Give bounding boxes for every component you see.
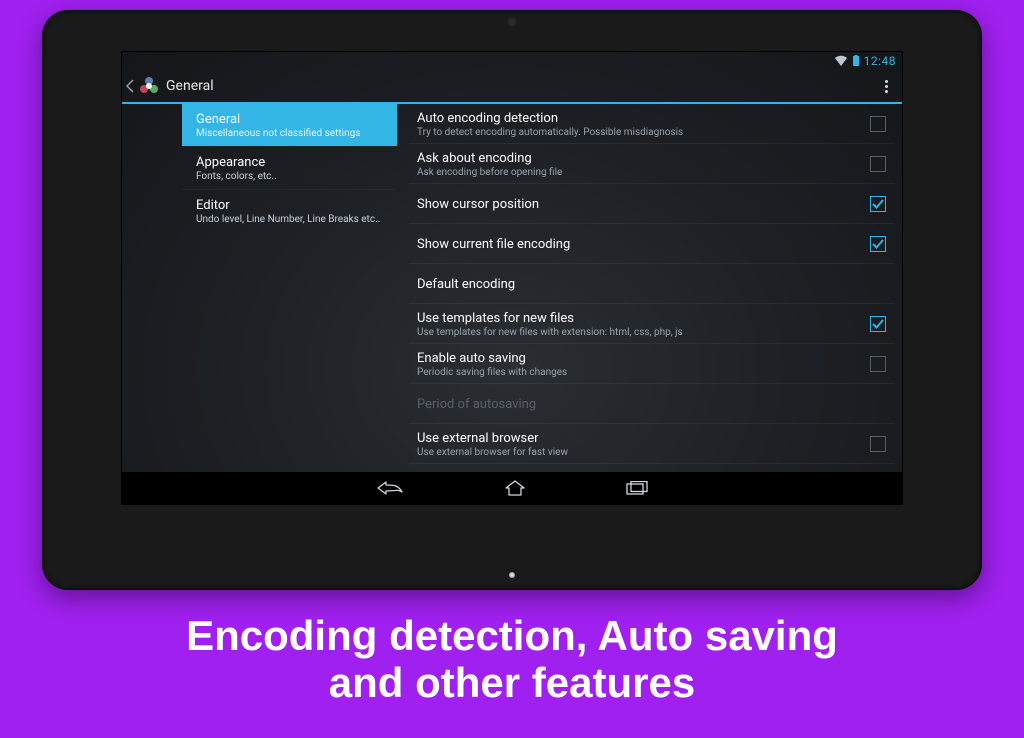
setting-row[interactable]: Show cursor position (409, 184, 894, 224)
setting-text: Ask about encodingAsk encoding before op… (417, 151, 870, 178)
setting-title: Use external browser (417, 431, 870, 446)
checkbox[interactable] (870, 156, 886, 172)
tablet-camera (508, 18, 516, 26)
tablet-frame: 12:48 General (42, 10, 982, 590)
setting-title: Ask about encoding (417, 151, 870, 166)
nav-recents-button[interactable] (626, 481, 648, 495)
setting-subtitle: Try to detect encoding automatically. Po… (417, 127, 870, 138)
setting-row[interactable]: Auto encoding detectionTry to detect enc… (409, 104, 894, 144)
checkbox[interactable] (870, 116, 886, 132)
setting-row[interactable]: Use templates for new filesUse templates… (409, 304, 894, 344)
setting-row[interactable]: Default encoding (409, 264, 894, 304)
sidebar-item-sublabel: Miscellaneous not classified settings (196, 128, 383, 139)
sidebar-item-sublabel: Undo level, Line Number, Line Breaks etc… (196, 214, 383, 225)
checkbox[interactable] (870, 316, 886, 332)
battery-icon (852, 55, 860, 67)
setting-title: Show current file encoding (417, 237, 870, 252)
status-time: 12:48 (864, 54, 896, 68)
app-icon[interactable] (138, 75, 160, 97)
setting-row: Period of autosaving (409, 384, 894, 424)
wifi-icon (834, 55, 848, 67)
status-bar: 12:48 (122, 52, 902, 70)
content-area: General Miscellaneous not classified set… (122, 104, 902, 504)
setting-subtitle: Use external browser for fast view (417, 447, 870, 458)
setting-subtitle: Ask encoding before opening file (417, 167, 870, 178)
setting-text: Use external browserUse external browser… (417, 431, 870, 458)
setting-row[interactable]: Enable auto savingPeriodic saving files … (409, 344, 894, 384)
back-button[interactable] (126, 70, 136, 102)
overflow-menu-button[interactable] (875, 80, 898, 93)
setting-row[interactable]: Show current file encoding (409, 224, 894, 264)
setting-text: Enable auto savingPeriodic saving files … (417, 351, 870, 378)
setting-text: Auto encoding detectionTry to detect enc… (417, 111, 870, 138)
setting-subtitle: Use templates for new files with extensi… (417, 327, 870, 338)
setting-subtitle: Periodic saving files with changes (417, 367, 870, 378)
android-navbar (122, 472, 902, 504)
checkbox[interactable] (870, 356, 886, 372)
nav-back-button[interactable] (376, 480, 404, 496)
action-bar: General (122, 70, 902, 104)
left-gutter (122, 104, 182, 504)
tablet-home-indicator (509, 572, 515, 578)
sidebar-item-label: General (196, 112, 383, 127)
settings-sidebar: General Miscellaneous not classified set… (182, 104, 397, 504)
page-title: General (166, 78, 214, 94)
settings-list[interactable]: Auto encoding detectionTry to detect enc… (397, 104, 902, 504)
sidebar-item-appearance[interactable]: Appearance Fonts, colors, etc.. (182, 147, 397, 189)
setting-text: Period of autosaving (417, 397, 886, 412)
setting-title: Period of autosaving (417, 397, 886, 412)
setting-title: Enable auto saving (417, 351, 870, 366)
checkbox[interactable] (870, 196, 886, 212)
checkbox[interactable] (870, 436, 886, 452)
sidebar-item-editor[interactable]: Editor Undo level, Line Number, Line Bre… (182, 190, 397, 232)
setting-title: Use templates for new files (417, 311, 870, 326)
setting-title: Show cursor position (417, 197, 870, 212)
nav-home-button[interactable] (504, 480, 526, 496)
sidebar-item-label: Appearance (196, 155, 383, 170)
screen: 12:48 General (122, 52, 902, 504)
setting-text: Default encoding (417, 277, 886, 292)
setting-title: Auto encoding detection (417, 111, 870, 126)
sidebar-item-label: Editor (196, 198, 383, 213)
setting-text: Show current file encoding (417, 237, 870, 252)
caption-line1: Encoding detection, Auto saving (186, 612, 838, 659)
setting-row[interactable]: Ask about encodingAsk encoding before op… (409, 144, 894, 184)
setting-text: Show cursor position (417, 197, 870, 212)
setting-row[interactable]: Use external browserUse external browser… (409, 424, 894, 464)
sidebar-item-general[interactable]: General Miscellaneous not classified set… (182, 104, 397, 146)
caption-line2: and other features (329, 659, 695, 706)
sidebar-item-sublabel: Fonts, colors, etc.. (196, 171, 383, 182)
promo-caption: Encoding detection, Auto saving and othe… (166, 612, 858, 706)
checkbox[interactable] (870, 236, 886, 252)
setting-text: Use templates for new filesUse templates… (417, 311, 870, 338)
setting-title: Default encoding (417, 277, 886, 292)
